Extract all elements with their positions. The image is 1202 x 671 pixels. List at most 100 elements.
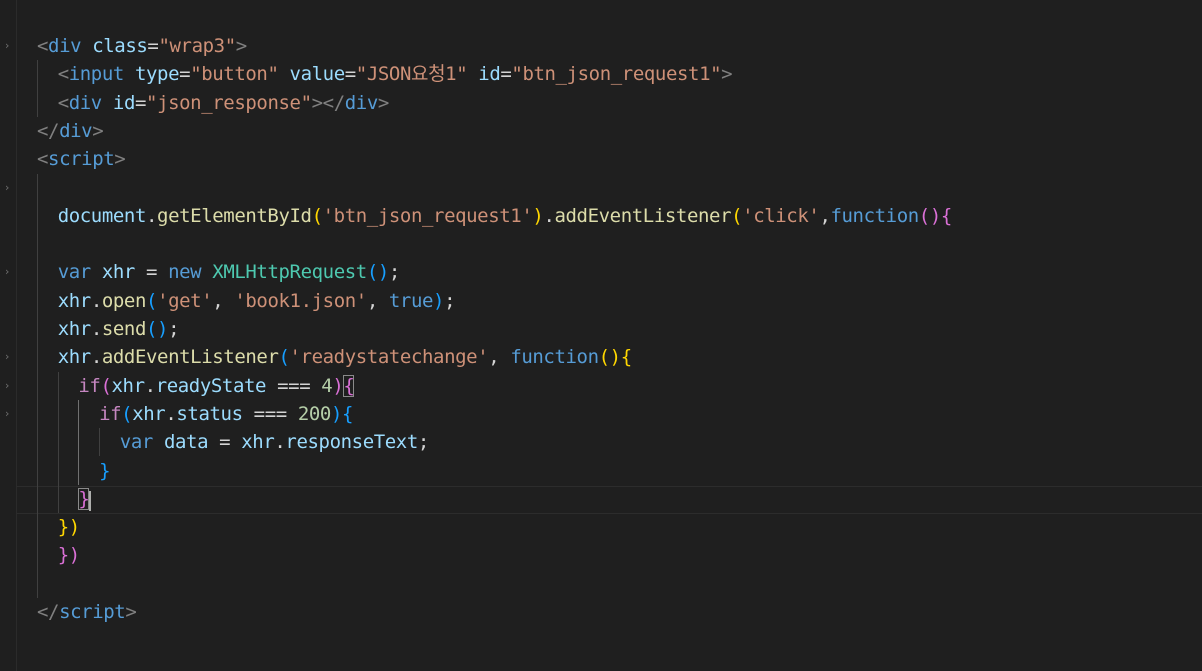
code-line[interactable]	[0, 230, 1202, 258]
code-text: })	[58, 541, 80, 569]
code-token: xhr	[57, 289, 92, 312]
indent-guide	[78, 399, 79, 485]
code-token: input	[68, 63, 125, 86]
code-line[interactable]: <input type="button" value="JSON요청1" id=…	[0, 60, 1202, 88]
code-line[interactable]: ›	[0, 174, 1202, 202]
code-token: .	[543, 204, 555, 227]
code-token: >	[235, 35, 247, 57]
code-token: .	[146, 204, 158, 227]
code-token: >	[721, 63, 733, 86]
code-token: "json_response"	[146, 91, 312, 114]
code-token: script	[59, 601, 126, 623]
code-line[interactable]: </script>	[0, 598, 1202, 626]
code-token: var	[57, 261, 92, 284]
code-token: div	[68, 91, 103, 114]
text-cursor	[89, 491, 91, 511]
code-line[interactable]: xhr.open('get', 'book1.json', true);	[0, 287, 1202, 315]
code-token: ,	[488, 346, 511, 369]
code-token: (	[278, 346, 290, 369]
code-token: 'click'	[742, 204, 820, 227]
code-line[interactable]: <script>	[0, 145, 1202, 173]
code-line[interactable]: › xhr.addEventListener('readystatechange'…	[0, 343, 1202, 371]
code-token: 'book1.json'	[234, 289, 367, 312]
code-token: true	[388, 289, 434, 312]
code-token: getElementById	[157, 204, 312, 227]
chevron-right-icon[interactable]: ›	[1, 372, 13, 400]
code-token: ;	[168, 318, 180, 340]
code-line[interactable]: document.getElementById('btn_json_reques…	[0, 202, 1202, 230]
code-text: <div id="json_response"></div>	[57, 89, 390, 117]
code-token: =	[208, 431, 242, 454]
chevron-right-icon[interactable]: ›	[1, 174, 13, 202]
code-token: script	[48, 148, 115, 171]
code-token: }	[99, 459, 111, 482]
code-token: ;	[417, 431, 429, 454]
code-token: id	[478, 63, 501, 86]
code-token: ()	[146, 318, 169, 340]
code-token: xhr	[111, 374, 146, 397]
code-token: data	[163, 431, 209, 454]
code-token: ,	[819, 204, 831, 227]
code-token: =	[134, 91, 147, 114]
code-line[interactable]: › if(xhr.readyState === 4){	[0, 372, 1202, 400]
code-editor[interactable]: › <div class="wrap3"> <input type="button"…	[0, 0, 1202, 671]
code-line[interactable]: }	[0, 457, 1202, 485]
code-line[interactable]: })	[0, 513, 1202, 541]
code-text: var xhr = new XMLHttpRequest();	[57, 258, 401, 286]
code-text: }	[99, 457, 110, 485]
code-line[interactable]: var data = xhr.responseText;	[0, 428, 1202, 456]
code-token: ()	[366, 261, 389, 284]
code-token: addEventListener	[554, 204, 732, 227]
code-line[interactable]: }	[0, 485, 1202, 513]
code-line[interactable]	[0, 570, 1202, 598]
chevron-right-icon[interactable]: ›	[1, 400, 13, 428]
code-line[interactable]: › <div class="wrap3">	[0, 32, 1202, 60]
code-token: .	[274, 431, 286, 454]
code-line[interactable]: › if(xhr.status === 200){	[0, 400, 1202, 428]
code-text: <div class="wrap3">	[37, 32, 247, 60]
code-token: {	[343, 374, 355, 397]
code-token: type	[134, 63, 180, 86]
code-token: >	[114, 148, 126, 171]
code-token: )	[332, 374, 344, 397]
code-token: function	[510, 346, 599, 369]
indent-guide	[99, 428, 100, 457]
code-token: (){	[598, 346, 633, 369]
code-token: open	[101, 289, 147, 312]
code-token: ,	[212, 289, 235, 312]
code-token: }	[78, 487, 90, 510]
code-token: <	[37, 148, 49, 171]
indent-guide	[58, 371, 59, 514]
code-token: <	[57, 63, 69, 86]
code-token: xhr	[132, 402, 166, 425]
code-token: "JSON요청1"	[355, 63, 468, 86]
code-token: var	[119, 431, 154, 454]
code-token: function	[830, 204, 919, 227]
code-line[interactable]: › var xhr = new XMLHttpRequest();	[0, 258, 1202, 286]
code-token: 'get'	[157, 289, 213, 312]
code-text: xhr.addEventListener('readystatechange',…	[58, 343, 632, 371]
code-line[interactable]: xhr.send();	[0, 315, 1202, 343]
code-token: .	[90, 318, 102, 340]
code-line[interactable]: })	[0, 541, 1202, 569]
code-token: <	[37, 35, 49, 57]
code-token: =	[500, 63, 512, 86]
code-token: "btn_json_request1"	[511, 63, 722, 86]
code-line[interactable]: </div>	[0, 117, 1202, 145]
chevron-right-icon[interactable]: ›	[1, 32, 13, 60]
code-token: <	[57, 91, 69, 114]
chevron-right-icon[interactable]: ›	[1, 343, 13, 371]
code-token: .	[144, 374, 156, 397]
code-line[interactable]: <div id="json_response"></div>	[0, 89, 1202, 117]
code-token: ===	[242, 402, 298, 425]
code-token: if	[99, 402, 122, 425]
chevron-right-icon[interactable]: ›	[1, 258, 13, 286]
code-token: ;	[444, 289, 456, 312]
code-token: =	[344, 63, 356, 86]
